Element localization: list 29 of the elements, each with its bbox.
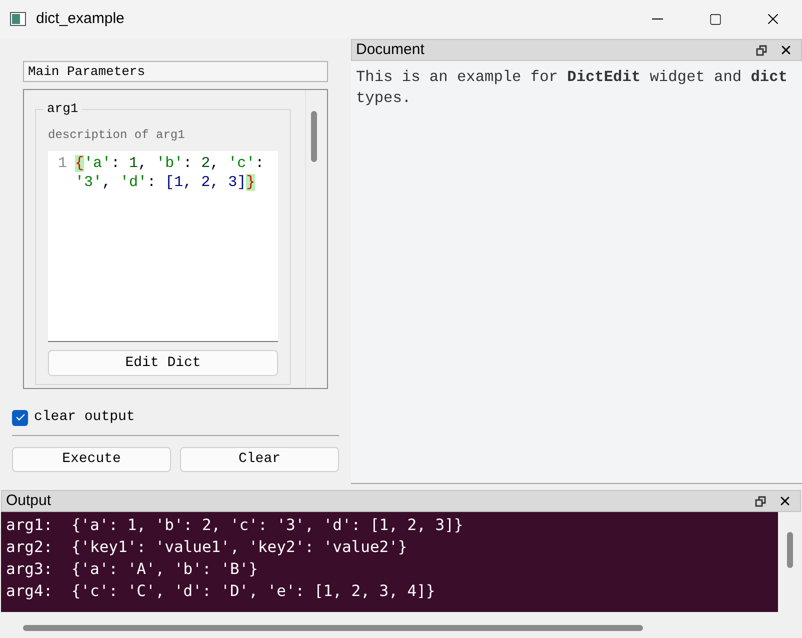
check-icon [14, 412, 26, 423]
line-number: 1 [56, 154, 68, 174]
output-line: arg2: {'key1': 'value1', 'key2': 'value2'} [6, 537, 408, 558]
scrollbar-thumb[interactable] [310, 111, 316, 162]
section-header: Main Parameters [23, 61, 328, 82]
output-line: arg4: {'c': 'C', 'd': 'D', 'e': [1, 2, 3, 4]} [6, 581, 436, 602]
dock-title: Output [6, 490, 52, 511]
close-icon[interactable] [779, 43, 793, 57]
edit-dict-button[interactable]: Edit Dict [48, 350, 278, 376]
output-line: arg3: {'a': 'A', 'b': 'B'} [6, 559, 258, 580]
scrollbar-thumb[interactable] [786, 532, 792, 568]
window-title: dict_example [36, 8, 126, 29]
code-editor[interactable]: 1 {'a': 1, 'b': 2, 'c': '3', 'd': [1, 2, 3]} [48, 151, 278, 342]
description: description of arg1 [48, 127, 186, 144]
scrollbar-thumb[interactable] [23, 625, 643, 631]
app-icon [10, 12, 26, 26]
float-icon[interactable] [756, 44, 767, 56]
maximize-icon [708, 12, 722, 26]
action-button[interactable]: Execute [12, 447, 171, 472]
checkbox[interactable] [12, 410, 28, 426]
float-icon[interactable] [755, 496, 766, 506]
code-line: {'a': 1, 'b': 2, 'c': '3', 'd': [1, 2, 3]} [75, 154, 266, 192]
document-text: This is an example for DictEdit widget and dict types. [356, 67, 788, 109]
output-line: arg1: {'a': 1, 'b': 2, 'c': '3', 'd': [1, 2, 3]} [6, 515, 464, 536]
checkbox-label: clear output [34, 408, 135, 427]
close-icon[interactable] [778, 494, 792, 508]
minimize-icon [652, 18, 662, 20]
dock-title: Document [356, 40, 426, 60]
action-button[interactable]: Clear [180, 447, 339, 472]
